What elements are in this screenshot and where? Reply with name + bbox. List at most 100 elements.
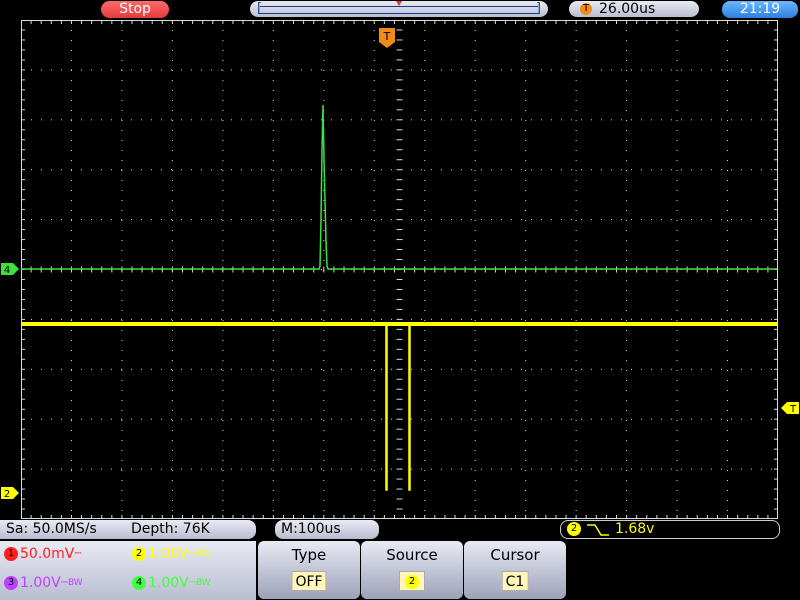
grid-dot <box>575 380 577 381</box>
grid-dot <box>671 69 672 71</box>
grid-dot <box>41 418 42 420</box>
grid-dot <box>525 370 527 371</box>
ch4-info[interactable]: 4 1.00V⎓BW <box>132 574 211 592</box>
channel-info-panel: 1 50.0mV⎓ 2 1.00V⎓BW 3 1.00V⎓BW 4 1.00V⎓BW <box>0 541 256 600</box>
grid-dot <box>671 418 672 420</box>
grid-dot <box>661 318 662 320</box>
timebase-display[interactable]: M:100us <box>275 520 379 539</box>
grid-dot <box>171 80 173 81</box>
grid-dot <box>671 318 672 320</box>
grid-dot <box>121 460 123 461</box>
grid-dot <box>727 180 729 181</box>
grid-dot <box>361 69 362 71</box>
grid-dot <box>641 368 642 370</box>
grid-dot <box>271 318 272 320</box>
grid-dot <box>222 120 224 121</box>
waveform-display[interactable] <box>21 20 778 519</box>
ch2-offset-marker[interactable]: 2 <box>0 486 20 500</box>
trigger-info[interactable]: 2 1.68v <box>560 520 780 539</box>
grid-dot <box>525 380 527 381</box>
grid-dot <box>311 119 312 121</box>
grid-dot <box>41 69 42 71</box>
ch2-info[interactable]: 2 1.00V⎓BW <box>132 545 211 563</box>
grid-dot <box>676 260 678 261</box>
grid-dot <box>721 69 722 71</box>
menu-source-button[interactable]: Source 2 <box>361 541 463 599</box>
grid-dot <box>323 320 325 321</box>
grid-dot <box>626 500 628 501</box>
grid-dot <box>727 70 729 71</box>
ch3-info[interactable]: 3 1.00V⎓BW <box>4 574 83 592</box>
grid-dot <box>525 240 527 241</box>
grid-dot <box>474 100 476 101</box>
grid-dot <box>626 230 628 231</box>
grid-dot <box>231 119 232 121</box>
ch4-offset-marker[interactable]: 4 <box>0 262 20 276</box>
grid-dot <box>373 240 375 241</box>
grid-dot <box>101 219 102 221</box>
grid-dot <box>272 280 274 281</box>
grid-dot <box>291 69 292 71</box>
trigger-position-marker[interactable]: T <box>378 27 396 49</box>
grid-dot <box>626 430 628 431</box>
grid-dot <box>631 318 632 320</box>
grid-dot <box>626 370 628 371</box>
menu-cursor-button[interactable]: Cursor C1 <box>464 541 566 599</box>
grid-dot <box>121 370 123 371</box>
grid-dot <box>91 69 92 71</box>
grid-dot <box>474 200 476 201</box>
grid-dot <box>291 318 292 320</box>
grid-dot <box>171 50 173 51</box>
grid-dot <box>121 368 122 370</box>
grid-dot <box>581 169 582 171</box>
grid-dot <box>301 219 302 221</box>
trigger-level-marker[interactable]: T <box>781 401 800 415</box>
grid-dot <box>525 220 527 221</box>
grid-dot <box>671 468 672 470</box>
grid-dot <box>676 220 678 221</box>
grid-dot <box>575 30 577 31</box>
grid-dot <box>575 120 577 121</box>
grid-dot <box>561 368 562 370</box>
grid-dot <box>761 368 762 370</box>
grid-dot <box>531 468 532 470</box>
grid-dot <box>424 420 426 421</box>
grid-dot <box>222 340 224 341</box>
grid-dot <box>201 418 202 420</box>
memory-right-bracket: ] <box>535 1 541 16</box>
grid-dot <box>272 250 274 251</box>
grid-dot <box>171 69 172 71</box>
grid-dot <box>361 368 362 370</box>
grid-dot <box>581 69 582 71</box>
grid-dot <box>373 400 375 401</box>
run-stop-button[interactable]: Stop <box>101 1 169 18</box>
grid-dot <box>721 219 722 221</box>
menu-type-button[interactable]: Type OFF <box>258 541 360 599</box>
grid-dot <box>391 169 392 171</box>
grid-dot <box>474 230 476 231</box>
grid-dot <box>71 368 72 370</box>
grid-dot <box>70 130 72 131</box>
horizontal-position-display[interactable]: T 26.00us <box>569 1 699 17</box>
grid-dot <box>272 330 274 331</box>
grid-dot <box>323 60 325 61</box>
grid-dot <box>161 418 162 420</box>
grid-dot <box>181 468 182 470</box>
grid-dot <box>361 119 362 121</box>
grid-dot <box>301 69 302 71</box>
grid-dot <box>371 119 372 121</box>
grid-dot <box>61 418 62 420</box>
grid-dot <box>691 468 692 470</box>
grid-dot <box>727 130 729 131</box>
grid-dot <box>70 430 72 431</box>
memory-position-bar[interactable]: [ ] <box>250 1 548 17</box>
grid-dot <box>121 300 123 301</box>
ch1-info[interactable]: 1 50.0mV⎓ <box>4 545 82 563</box>
grid-dot <box>575 80 577 81</box>
grid-dot <box>531 69 532 71</box>
grid-dot <box>371 318 372 320</box>
grid-dot <box>575 460 577 461</box>
grid-dot <box>676 400 678 401</box>
grid-dot <box>222 110 224 111</box>
grid-dot <box>676 70 678 71</box>
